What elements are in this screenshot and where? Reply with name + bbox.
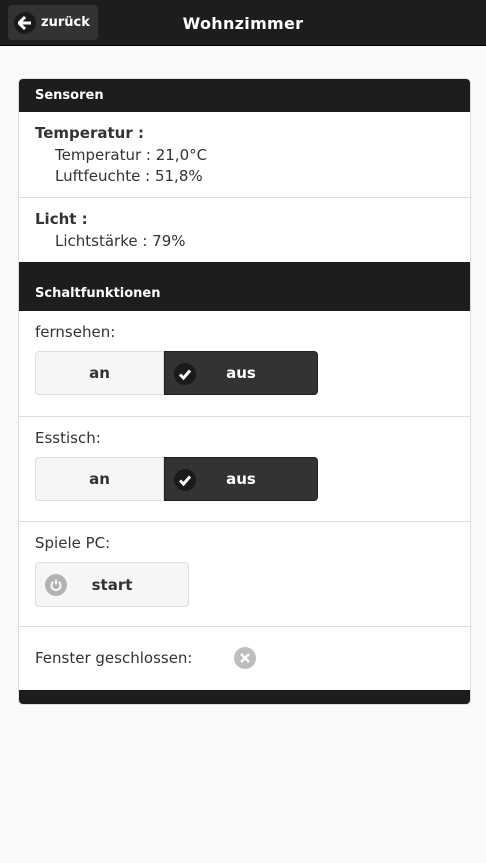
divider xyxy=(19,416,470,417)
fernsehen-aus-button[interactable]: aus xyxy=(164,351,318,395)
window-status-label: Fenster geschlossen: xyxy=(35,649,193,667)
esstisch-aus-button[interactable]: aus xyxy=(164,457,318,501)
divider xyxy=(19,626,470,627)
header-bar: zurück Wohnzimmer xyxy=(0,0,486,46)
start-button-label: start xyxy=(91,575,133,594)
check-icon xyxy=(174,469,196,491)
esstisch-an-button[interactable]: an xyxy=(35,457,164,501)
switches-heading: Schaltfunktionen xyxy=(19,262,470,311)
sensors-heading: Sensoren xyxy=(19,79,470,112)
panel-footer xyxy=(19,690,470,704)
toggle-fernsehen: an aus xyxy=(35,351,318,395)
close-circle-icon xyxy=(234,647,256,669)
fernsehen-an-label: an xyxy=(89,364,110,382)
room-panel: Sensoren Temperatur : Temperatur : 21,0°… xyxy=(18,78,471,705)
page-title: Wohnzimmer xyxy=(182,14,304,33)
start-button[interactable]: start xyxy=(35,562,189,607)
toggle-esstisch: an aus xyxy=(35,457,318,501)
switch-label-esstisch: Esstisch: xyxy=(35,429,101,447)
light-title: Licht : xyxy=(35,210,88,228)
light-value: Lichtstärke : 79% xyxy=(55,232,186,250)
temperature-title: Temperatur : xyxy=(35,124,144,142)
esstisch-an-label: an xyxy=(89,470,110,488)
humidity-value: Luftfeuchte : 51,8% xyxy=(55,167,203,185)
temperature-value: Temperatur : 21,0°C xyxy=(55,146,208,164)
fernsehen-aus-label: aus xyxy=(226,364,256,382)
fernsehen-an-button[interactable]: an xyxy=(35,351,164,395)
divider xyxy=(19,197,470,198)
divider xyxy=(19,521,470,522)
power-icon xyxy=(45,574,67,596)
esstisch-aus-label: aus xyxy=(226,470,256,488)
switch-label-fernsehen: fernsehen: xyxy=(35,323,116,341)
check-icon xyxy=(174,363,196,385)
spiele-pc-label: Spiele PC: xyxy=(35,534,111,552)
